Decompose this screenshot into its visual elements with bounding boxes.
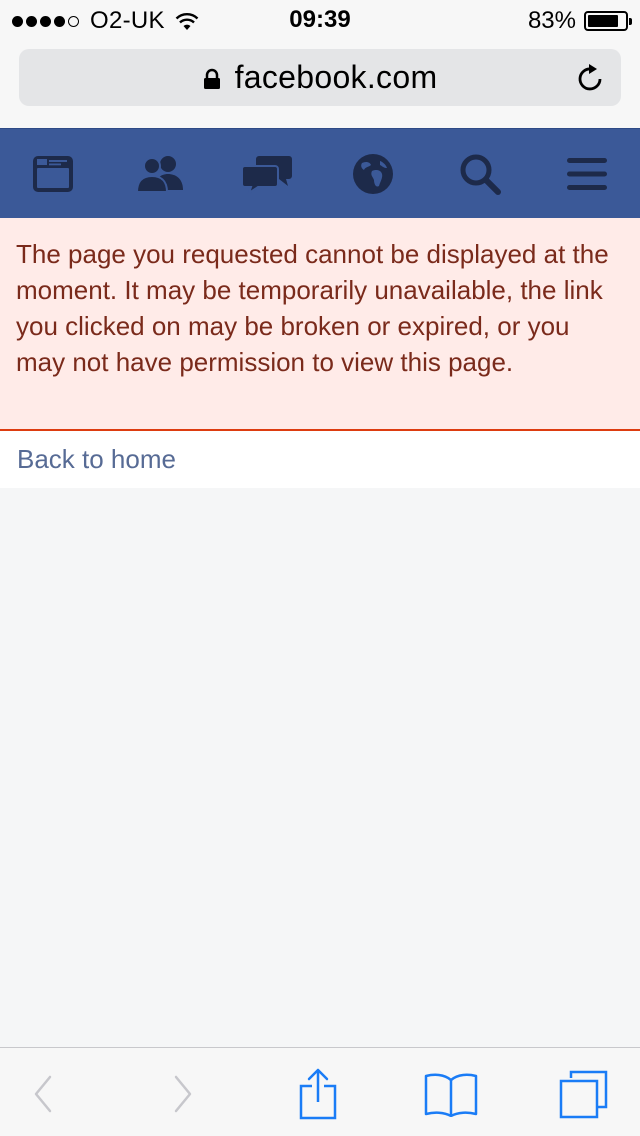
- lock-icon: [203, 68, 220, 89]
- battery-icon: [584, 11, 632, 31]
- notifications-globe-icon: [353, 154, 393, 194]
- nav-notifications[interactable]: [345, 151, 401, 197]
- menu-icon: [567, 158, 607, 190]
- search-icon: [460, 154, 501, 195]
- back-to-home-link[interactable]: Back to home: [17, 444, 176, 475]
- error-box: The page you requested cannot be display…: [0, 218, 640, 431]
- nav-friend-requests[interactable]: [132, 151, 188, 197]
- screen: O2-UK 09:39 83% facebook.com The page yo…: [0, 0, 640, 1136]
- error-message: The page you requested cannot be display…: [16, 239, 609, 377]
- forward-arrow-icon: [174, 1075, 192, 1113]
- status-right: 83%: [527, 7, 632, 35]
- bookmarks-icon: [424, 1073, 478, 1117]
- browser-address-area: facebook.com: [0, 40, 640, 128]
- tabs-icon: [559, 1070, 608, 1119]
- nav-news-feed[interactable]: [25, 151, 81, 197]
- battery-fill: [588, 15, 618, 27]
- nav-messages[interactable]: [239, 151, 295, 197]
- share-button[interactable]: [288, 1068, 348, 1120]
- address-bar[interactable]: facebook.com: [19, 49, 621, 106]
- forward-button[interactable]: [153, 1068, 213, 1120]
- reload-icon[interactable]: [577, 63, 605, 93]
- back-button[interactable]: [13, 1068, 73, 1120]
- bookmarks-button[interactable]: [421, 1068, 481, 1120]
- nav-search[interactable]: [452, 151, 508, 197]
- messages-icon: [241, 156, 292, 194]
- tabs-button[interactable]: [553, 1068, 613, 1120]
- news-feed-icon: [33, 156, 73, 192]
- friend-requests-icon: [135, 156, 183, 193]
- browser-toolbar: [0, 1047, 640, 1136]
- battery-percentage: 83%: [527, 7, 576, 34]
- back-to-home-row: Back to home: [0, 431, 640, 488]
- url-text: facebook.com: [234, 59, 438, 95]
- share-icon: [299, 1068, 337, 1120]
- facebook-nav-bar: [0, 128, 640, 218]
- nav-menu[interactable]: [559, 151, 615, 197]
- status-bar: O2-UK 09:39 83%: [0, 0, 640, 40]
- back-arrow-icon: [34, 1075, 52, 1113]
